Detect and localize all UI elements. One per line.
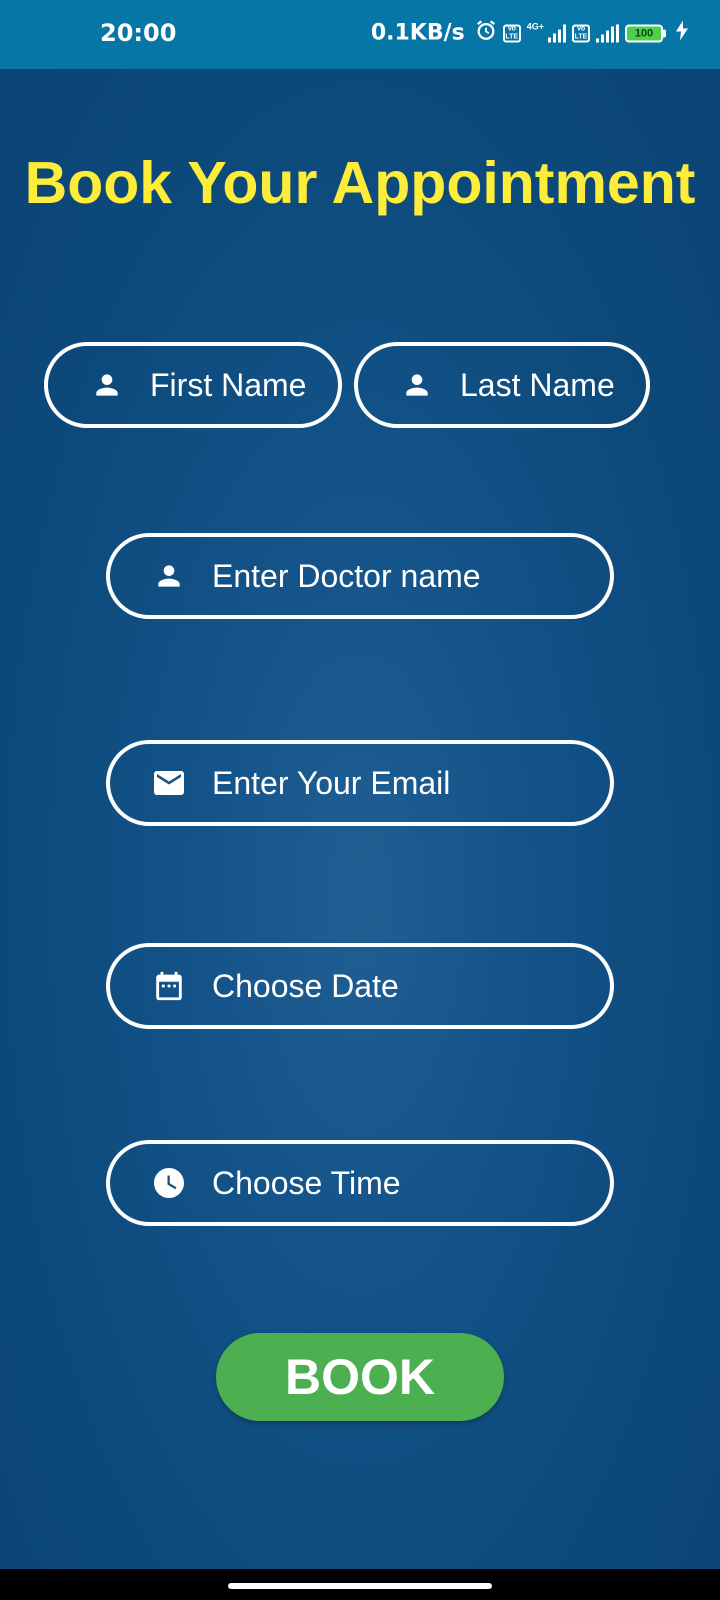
first-name-placeholder: First Name	[150, 366, 307, 403]
status-bar: 20:00 0.1KB/s Vo LTE 4G+ Vo LTE 100	[0, 0, 720, 69]
person-icon	[88, 366, 126, 404]
last-name-placeholder: Last Name	[460, 366, 615, 403]
signal-icon-2	[596, 24, 619, 42]
signal-icon	[548, 24, 566, 42]
volte-top-label: Vo	[507, 25, 516, 32]
email-input[interactable]: Enter Your Email	[106, 740, 614, 826]
battery-level: 100	[625, 24, 663, 42]
navigation-bar	[0, 1569, 720, 1600]
volte-icon-2: Vo LTE	[572, 24, 590, 42]
person-icon	[150, 557, 188, 595]
page-title: Book Your Appointment	[24, 150, 696, 216]
doctor-name-input[interactable]: Enter Doctor name	[106, 533, 614, 619]
charging-icon	[676, 20, 688, 46]
book-button[interactable]: BOOK	[216, 1333, 504, 1421]
clock-icon	[150, 1164, 188, 1202]
doctor-name-placeholder: Enter Doctor name	[212, 557, 481, 594]
first-name-input[interactable]: First Name	[44, 342, 342, 428]
volte-bottom-label-2: LTE	[574, 33, 588, 40]
email-placeholder: Enter Your Email	[212, 764, 451, 801]
date-placeholder: Choose Date	[212, 967, 399, 1004]
date-picker-input[interactable]: Choose Date	[106, 943, 614, 1029]
mail-icon	[150, 764, 188, 802]
volte-bottom-label: LTE	[505, 33, 519, 40]
alarm-icon	[475, 20, 497, 47]
time-picker-input[interactable]: Choose Time	[106, 1140, 614, 1226]
battery-icon: 100	[625, 24, 666, 42]
person-icon	[398, 366, 436, 404]
home-indicator[interactable]	[228, 1583, 492, 1589]
appointment-screen: Book Your Appointment First Name Last Na…	[0, 69, 720, 1569]
volte-icon: Vo LTE	[502, 24, 521, 42]
time-placeholder: Choose Time	[212, 1164, 401, 1201]
network-type: 4G+	[526, 21, 544, 31]
last-name-input[interactable]: Last Name	[354, 342, 650, 428]
status-time: 20:00	[100, 19, 177, 47]
volte-top-label-2: Vo	[576, 25, 586, 32]
status-icons: 0.1KB/s Vo LTE 4G+ Vo LTE 100	[371, 20, 688, 47]
calendar-icon	[150, 967, 188, 1005]
network-speed: 0.1KB/s	[370, 20, 465, 46]
